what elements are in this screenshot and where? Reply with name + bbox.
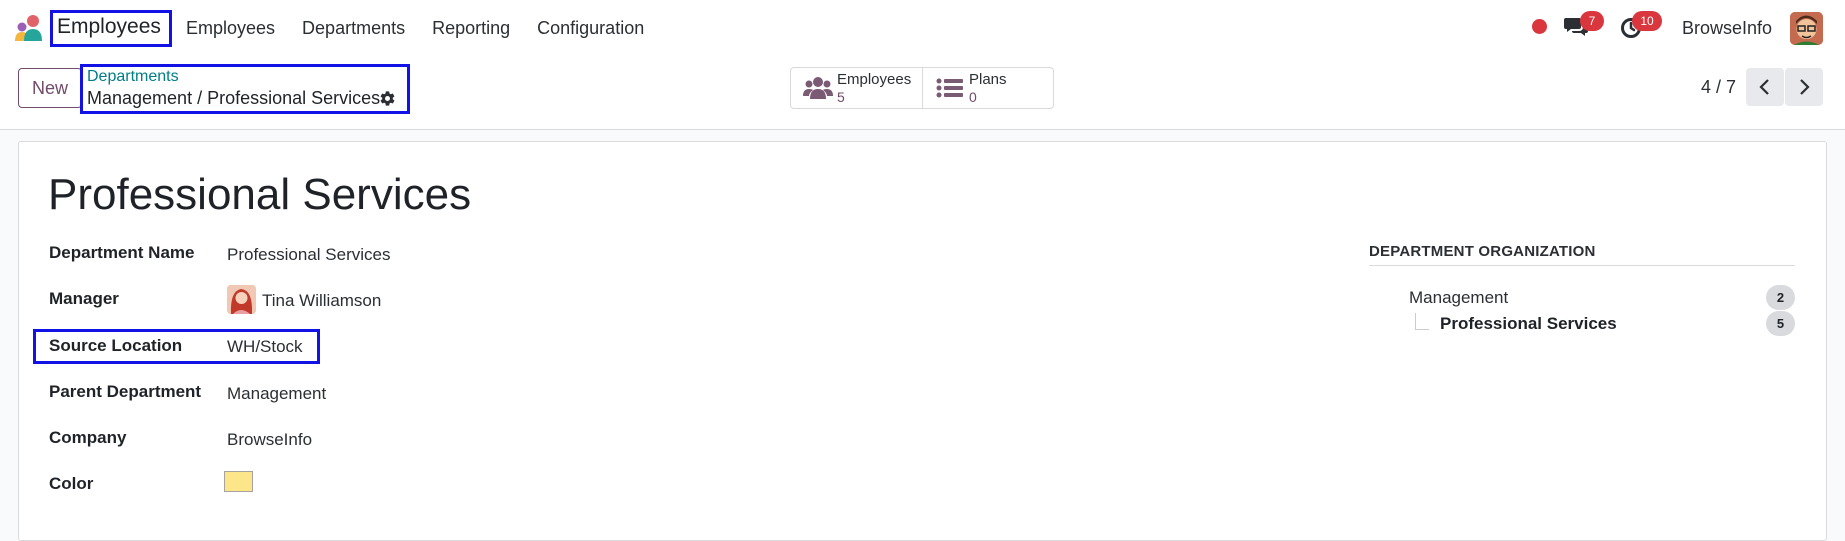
- color-picker[interactable]: [224, 471, 253, 492]
- employees-app-icon[interactable]: [14, 14, 48, 42]
- org-tree-connector: [1415, 313, 1429, 330]
- source-location-label: Source Location: [49, 336, 183, 355]
- menu-departments[interactable]: Departments: [302, 18, 405, 39]
- org-chart-heading: DEPARTMENT ORGANIZATION: [1369, 243, 1596, 260]
- breadcrumb-departments-link[interactable]: Departments: [87, 68, 179, 86]
- org-item-management[interactable]: Management: [1409, 288, 1508, 308]
- users-icon: [803, 77, 833, 99]
- org-item-professional-services: Professional Services: [1440, 314, 1617, 333]
- plans-smart-label: Plans: [969, 71, 1007, 88]
- color-label: Color: [49, 474, 94, 493]
- status-dot[interactable]: [1532, 19, 1547, 34]
- chevron-left-icon: [1759, 79, 1769, 95]
- department-name-label: Department Name: [49, 243, 195, 262]
- app-name[interactable]: Employees: [57, 15, 161, 39]
- menu-reporting[interactable]: Reporting: [432, 18, 510, 39]
- parent-department-field[interactable]: Management: [227, 384, 326, 404]
- pager-value[interactable]: 4 / 7: [1701, 77, 1736, 98]
- company-switcher[interactable]: BrowseInfo: [1682, 18, 1772, 39]
- org-chart-divider: [1369, 265, 1795, 266]
- control-panel: New Departments Management / Professiona…: [0, 56, 1845, 130]
- employees-smart-button[interactable]: Employees 5: [791, 68, 922, 108]
- new-button[interactable]: New: [18, 68, 82, 108]
- org-item-professional-services-count[interactable]: 5: [1766, 311, 1795, 336]
- source-location-field[interactable]: WH/Stock: [227, 337, 303, 357]
- gear-icon[interactable]: [379, 90, 396, 107]
- chevron-right-icon: [1800, 79, 1810, 95]
- company-field[interactable]: BrowseInfo: [227, 430, 312, 450]
- pager-next-button[interactable]: [1785, 68, 1823, 106]
- parent-department-label: Parent Department: [49, 382, 202, 401]
- smart-buttons: Employees 5 Plans 0: [790, 67, 1054, 109]
- menu-configuration[interactable]: Configuration: [537, 18, 644, 39]
- manager-avatar[interactable]: [227, 285, 256, 314]
- list-icon: [936, 78, 963, 98]
- employees-smart-label: Employees: [837, 71, 912, 88]
- department-name-field[interactable]: Professional Services: [227, 245, 390, 265]
- company-label: Company: [49, 428, 127, 447]
- record-title[interactable]: Professional Services: [48, 170, 471, 220]
- menu-employees[interactable]: Employees: [186, 18, 275, 39]
- manager-label: Manager: [49, 289, 119, 308]
- top-navbar: Employees Employees Departments Reportin…: [0, 0, 1845, 56]
- manager-field[interactable]: Tina Williamson: [262, 291, 381, 311]
- main-menu: Employees Departments Reporting Configur…: [186, 18, 644, 39]
- user-avatar[interactable]: [1790, 12, 1823, 45]
- breadcrumb-current-record: Management / Professional Services: [87, 88, 381, 108]
- employees-smart-count: 5: [837, 89, 845, 105]
- plans-smart-button[interactable]: Plans 0: [922, 68, 1053, 108]
- pager-previous-button[interactable]: [1746, 68, 1784, 106]
- org-item-management-count[interactable]: 2: [1766, 285, 1795, 310]
- activities-badge: 10: [1632, 11, 1662, 31]
- messages-badge: 7: [1580, 11, 1604, 31]
- plans-smart-count: 0: [969, 89, 977, 105]
